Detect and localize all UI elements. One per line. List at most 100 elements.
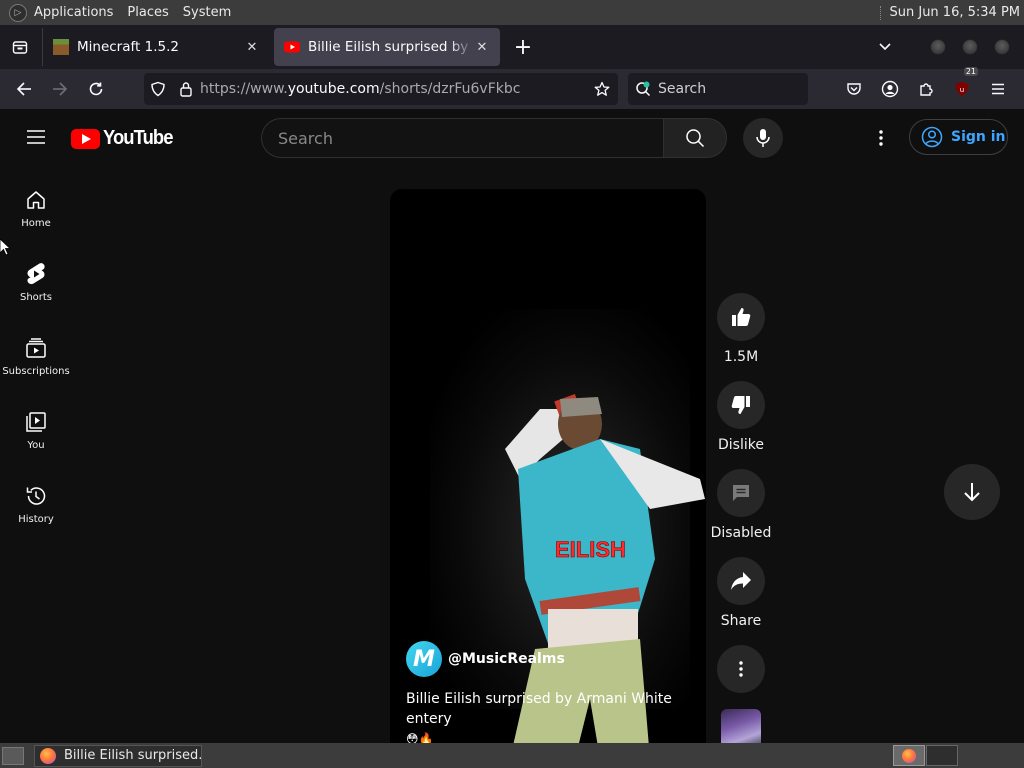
comments-disabled-label: Disabled [710,525,772,541]
workspace-1[interactable] [893,745,925,766]
youtube-search-input[interactable]: Search [261,118,663,158]
youtube-play-icon [71,128,100,149]
arrow-right-icon [53,82,68,96]
close-tab-icon[interactable]: ✕ [244,40,260,55]
panel-separator [879,5,882,20]
youtube-logo-text: YouTube [103,127,173,149]
reload-icon [89,82,103,96]
youtube-masthead: YouTube Search Sign in [0,109,1024,165]
share-label: Share [720,613,762,629]
url-text[interactable]: https://www.youtube.com/shorts/dzrFu6vFk… [200,81,588,97]
more-action [712,645,770,693]
maximize-window-button[interactable] [962,39,978,55]
firefox-view-icon [12,41,28,54]
close-window-button[interactable] [994,39,1010,55]
account-button[interactable] [872,73,908,105]
sidebar-item-history[interactable]: History [0,471,72,545]
hamburger-menu-icon [27,130,45,144]
toolbar-right-buttons: u 21 [836,67,1016,105]
sidebar-item-subscriptions[interactable]: Subscriptions [0,323,72,397]
account-circle-icon [921,126,943,148]
short-title: Billie Eilish surprised by Armani White … [406,689,696,743]
sound-thumbnail[interactable] [721,709,761,743]
mini-guide-sidebar: Home Shorts Subscriptions You History [0,175,72,545]
short-title-text: Billie Eilish surprised by Armani White … [406,691,672,727]
next-short-button[interactable] [944,464,1000,520]
comments-button[interactable] [717,469,765,517]
ublock-origin-button[interactable]: u 21 [944,67,980,105]
close-tab-icon[interactable]: ✕ [474,40,490,55]
like-button[interactable] [717,293,765,341]
sidebar-item-label: Home [21,218,51,229]
dislike-button[interactable] [717,381,765,429]
more-actions-button[interactable] [717,645,765,693]
tab-title: Minecraft 1.5.2 [77,39,179,55]
shorts-video-player[interactable]: EILISH M @MusicRealms Billie Eilish surp… [390,189,706,743]
new-tab-button[interactable]: + [506,35,540,60]
youtube-page: YouTube Search Sign in Home Shorts Subsc… [0,109,1024,743]
video-overlay-text: EILISH [555,537,626,562]
account-icon [881,80,899,98]
like-action: 1.5M [712,293,770,365]
vertical-dots-icon [879,130,883,146]
places-menu[interactable]: Places [120,5,175,20]
sidebar-item-shorts[interactable]: Shorts [0,249,72,323]
sidebar-item-label: Shorts [19,292,53,303]
guide-menu-button[interactable] [20,125,52,149]
search-bar[interactable]: Search [628,73,808,105]
ublock-shield-icon: u [955,82,969,96]
tab-minecraft[interactable]: Minecraft 1.5.2 ✕ [42,28,270,66]
short-info-overlay: M @MusicRealms Billie Eilish surprised b… [406,641,696,743]
voice-search-button[interactable] [743,118,783,158]
bookmark-star-icon[interactable] [588,81,616,97]
settings-menu-button[interactable] [866,125,896,151]
show-desktop-icon[interactable] [2,746,24,765]
home-icon [25,188,47,212]
channel-row: M @MusicRealms [406,641,696,677]
firefox-icon [40,747,56,764]
short-title-emoji: 😳🔥 [406,732,434,743]
list-all-tabs-button[interactable] [868,38,902,57]
sidebar-item-you[interactable]: You [0,397,72,471]
forward-button[interactable] [42,73,78,105]
gnome-bottom-panel: Billie Eilish surprised... [0,743,1024,768]
sidebar-item-home[interactable]: Home [0,175,72,249]
taskbar-window-title: Billie Eilish surprised... [64,748,202,763]
sidebar-item-label: You [27,440,45,451]
sign-in-button[interactable]: Sign in [909,119,1008,155]
panel-clock[interactable]: Sun Jun 16, 5:34 PM [890,5,1024,20]
search-icon [686,129,705,148]
reload-button[interactable] [78,73,114,105]
tab-youtube-short[interactable]: Billie Eilish surprised by Armani White … [274,28,500,66]
minimize-window-button[interactable] [930,39,946,55]
url-bar[interactable]: https://www.youtube.com/shorts/dzrFu6vFk… [144,73,618,105]
youtube-search-button[interactable] [663,118,727,158]
chevron-down-icon [879,42,891,50]
applications-menu[interactable]: Applications [27,5,120,20]
share-action: Share [712,557,770,629]
taskbar-window-button[interactable]: Billie Eilish surprised... [34,744,202,767]
lock-icon[interactable] [172,81,200,97]
pocket-button[interactable] [836,73,872,105]
sign-in-label: Sign in [951,129,1006,145]
firefox-view-button[interactable] [0,25,40,69]
system-menu[interactable]: System [176,5,238,20]
arrow-left-icon [16,82,31,96]
history-icon [25,484,47,508]
application-menu-button[interactable] [980,73,1016,105]
mouse-cursor-icon [0,239,10,255]
search-engine-icon[interactable] [628,81,658,97]
gnome-foot-icon[interactable]: ▷ [9,3,27,22]
channel-avatar[interactable]: M [406,641,442,677]
search-bar-placeholder: Search [658,81,707,97]
youtube-logo[interactable]: YouTube [71,127,179,150]
channel-name-link[interactable]: @MusicRealms [448,651,565,667]
extensions-button[interactable] [908,73,944,105]
shorts-icon [26,262,46,286]
back-button[interactable] [6,73,42,105]
like-count: 1.5M [723,349,759,365]
share-button[interactable] [717,557,765,605]
tracking-protection-shield-icon[interactable] [144,81,172,97]
dislike-label: Dislike [718,437,764,453]
workspace-2[interactable] [926,745,958,766]
